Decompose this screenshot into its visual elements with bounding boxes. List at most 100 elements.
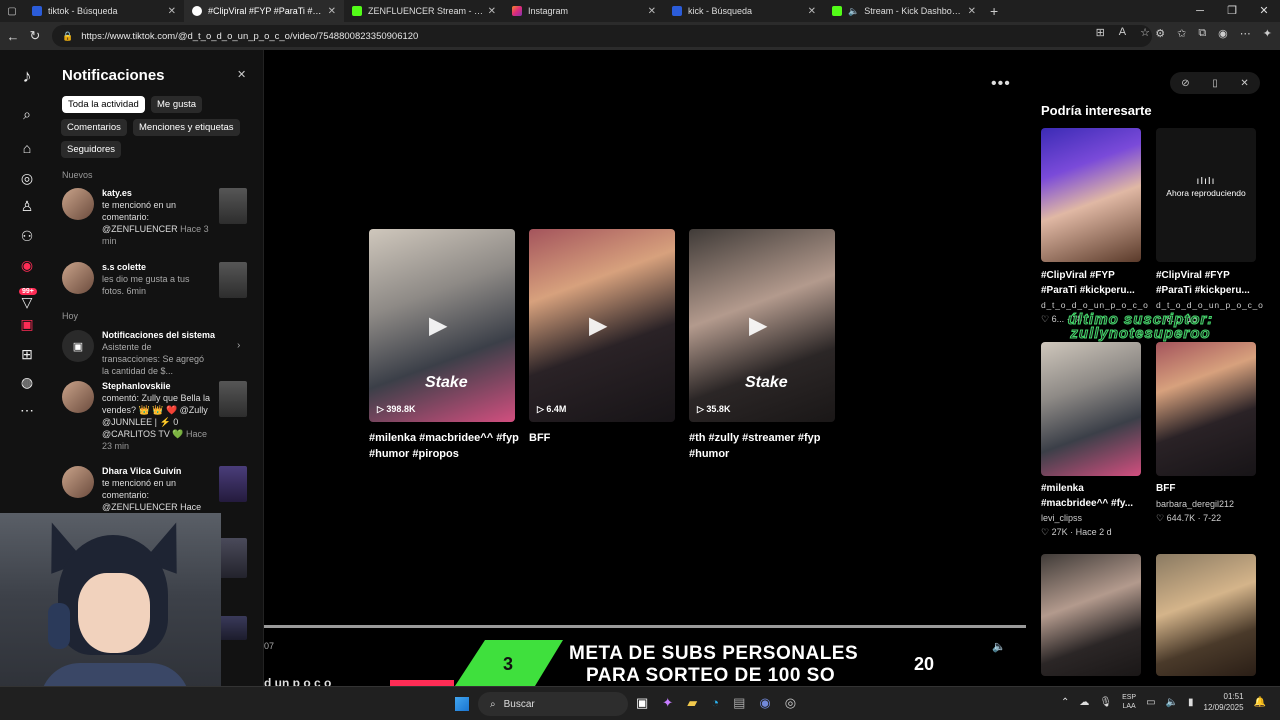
volume-icon[interactable]: 🔈 (1166, 697, 1178, 708)
collections-icon[interactable]: ⧉ (1198, 27, 1206, 40)
video-thumbnail[interactable] (1041, 342, 1141, 476)
explore-icon[interactable]: ◎ (17, 170, 37, 187)
more-menu-icon[interactable]: ⋯ (1240, 27, 1251, 40)
browser-tab[interactable]: kick - Búsqueda ✕ (664, 0, 824, 22)
recommended-author[interactable]: d_t_o_d_o_un_p_o_c_o (1156, 300, 1264, 310)
close-tab-icon[interactable]: ✕ (488, 6, 496, 17)
lock-icon[interactable]: 🔒 (62, 31, 73, 42)
read-aloud-icon[interactable]: A (1119, 26, 1126, 39)
browser-tab[interactable]: ZENFLUENCER Stream - Watch Li ✕ (344, 0, 504, 22)
refresh-icon[interactable]: ↻ (24, 28, 46, 44)
notification-item[interactable]: katy.es te mencionó en un comentario: @Z… (62, 188, 252, 248)
recommended-author[interactable]: barbara_deregil212 (1156, 499, 1234, 509)
extensions-icon[interactable]: ⚙ (1155, 27, 1165, 40)
live-icon[interactable]: ◉ (17, 257, 37, 274)
play-icon[interactable]: ▶ (749, 311, 767, 340)
language-indicator[interactable]: ESP LAA (1122, 693, 1136, 711)
video-thumbnail[interactable] (219, 466, 247, 502)
chevron-right-icon[interactable]: › (237, 340, 240, 351)
browser-tab[interactable]: 🔈 Stream - Kick Dashboard ✕ (824, 0, 984, 22)
close-tab-icon[interactable]: ✕ (328, 6, 336, 17)
file-explorer-icon[interactable]: ▰ (687, 695, 697, 711)
notifications-bell-icon[interactable]: 🔔 (1254, 697, 1266, 708)
close-window-icon[interactable]: ✕ (1248, 0, 1280, 22)
more-options-icon[interactable]: ••• (991, 75, 1011, 93)
close-icon[interactable]: ✕ (237, 68, 246, 81)
clock[interactable]: 01:51 12/09/2025 (1204, 691, 1244, 713)
filter-all-activity[interactable]: Toda la actividad (62, 96, 145, 113)
discord-icon[interactable]: ◉ (759, 695, 770, 711)
activity-icon[interactable]: ▽ (17, 294, 37, 311)
recommended-video[interactable] (1156, 342, 1256, 476)
video-thumbnail[interactable] (1041, 554, 1141, 676)
microphone-icon[interactable]: 🎙 (1099, 697, 1112, 708)
play-icon[interactable]: ▶ (589, 311, 607, 340)
recommended-author[interactable]: d_t_o_d_o_un_p_o_c_o (1041, 300, 1149, 310)
video-card[interactable]: ▶ ▷ 6.4M (529, 229, 675, 422)
friends-icon[interactable]: ⚇ (17, 228, 37, 245)
video-thumbnail[interactable] (219, 381, 247, 417)
recommended-caption[interactable]: #milenka #macbridee^^ #fy... (1041, 481, 1146, 511)
close-tab-icon[interactable]: ✕ (968, 6, 976, 17)
back-icon[interactable]: ← (2, 29, 24, 44)
video-thumbnail[interactable] (1041, 128, 1141, 262)
recommended-video[interactable] (1041, 342, 1141, 476)
close-tab-icon[interactable]: ✕ (808, 6, 816, 17)
notification-user[interactable]: Stephanlovskiie (102, 381, 171, 391)
task-view-icon[interactable]: ▣ (636, 695, 648, 711)
video-thumbnail[interactable] (219, 616, 247, 640)
more-icon[interactable]: ⋯ (17, 402, 37, 419)
video-thumbnail[interactable] (1156, 554, 1256, 676)
browser-tab[interactable]: Instagram ✕ (504, 0, 664, 22)
new-tab-icon[interactable]: + (990, 3, 998, 19)
upload-icon[interactable]: ⊞ (17, 346, 37, 363)
video-caption[interactable]: #milenka #macbridee^^ #fyp #humor #pirop… (369, 430, 519, 462)
taskbar-search[interactable]: ⌕ Buscar (478, 692, 628, 716)
browser-tab[interactable]: tiktok - Búsqueda ✕ (24, 0, 184, 22)
video-card[interactable]: ▶ Stake ▷ 398.8K (369, 229, 515, 422)
copilot-icon[interactable]: ✦ (662, 695, 673, 711)
video-thumbnail[interactable]: ıIıIı Ahora reproduciendo (1156, 128, 1256, 262)
url-field[interactable]: 🔒 https://www.tiktok.com/@d_t_o_d_o_un_p… (52, 25, 1152, 47)
video-caption[interactable]: #th #zully #streamer #fyp #humor (689, 430, 839, 462)
video-thumbnail[interactable] (1156, 342, 1256, 476)
close-tab-icon[interactable]: ✕ (648, 6, 656, 17)
close-player-icon[interactable]: ✕ (1240, 78, 1248, 89)
notification-user[interactable]: s.s colette (102, 262, 146, 272)
notification-item[interactable]: Stephanlovskiie comentó: Zully que Bella… (62, 381, 252, 453)
notification-user[interactable]: katy.es (102, 188, 132, 198)
filter-comments[interactable]: Comentarios (61, 119, 127, 136)
close-tab-icon[interactable]: ✕ (168, 6, 176, 17)
avatar[interactable] (62, 262, 94, 294)
speaker-icon[interactable]: 🔈 (848, 6, 859, 17)
photo-thumbnail[interactable] (219, 262, 247, 298)
avatar[interactable] (62, 466, 94, 498)
filter-followers[interactable]: Seguidores (61, 141, 122, 158)
store-icon[interactable]: ▤ (733, 695, 745, 711)
volume-icon[interactable]: 🔈 (992, 640, 1006, 653)
video-caption[interactable]: BFF (529, 430, 679, 446)
profile-avatar-icon[interactable]: ◍ (17, 374, 37, 391)
restore-icon[interactable]: ❐ (1216, 0, 1248, 22)
battery-icon[interactable]: ▮ (1188, 697, 1194, 708)
search-icon[interactable]: ⌕ (17, 106, 37, 123)
recommended-video[interactable] (1041, 554, 1141, 676)
video-progress-bar[interactable] (264, 625, 1026, 628)
favorite-star-icon[interactable]: ☆ (1140, 26, 1150, 39)
avatar[interactable] (62, 188, 94, 220)
messages-icon[interactable]: ▣ (17, 316, 37, 333)
recommended-caption[interactable]: BFF (1156, 481, 1261, 496)
notification-user[interactable]: Dhara Vilca Guivín (102, 466, 181, 476)
filter-mentions[interactable]: Menciones y etiquetas (133, 119, 240, 136)
minimize-icon[interactable]: ─ (1184, 0, 1216, 22)
browser-tab-active[interactable]: #ClipViral #FYP #ParaTi #kickperu ✕ (184, 0, 344, 22)
miniplayer-icon[interactable]: ▯ (1212, 78, 1218, 89)
autoscroll-icon[interactable]: ⊘ (1181, 78, 1189, 89)
obs-icon[interactable]: ◎ (785, 695, 796, 711)
notification-item[interactable]: s.s colette les dio me gusta a tus fotos… (62, 262, 252, 302)
video-thumbnail[interactable] (219, 188, 247, 224)
network-icon[interactable]: ▭ (1146, 697, 1155, 708)
following-icon[interactable]: ♙ (17, 198, 37, 215)
tiktok-logo-icon[interactable]: ♪ (17, 66, 37, 87)
windows-start-icon[interactable] (455, 697, 469, 711)
